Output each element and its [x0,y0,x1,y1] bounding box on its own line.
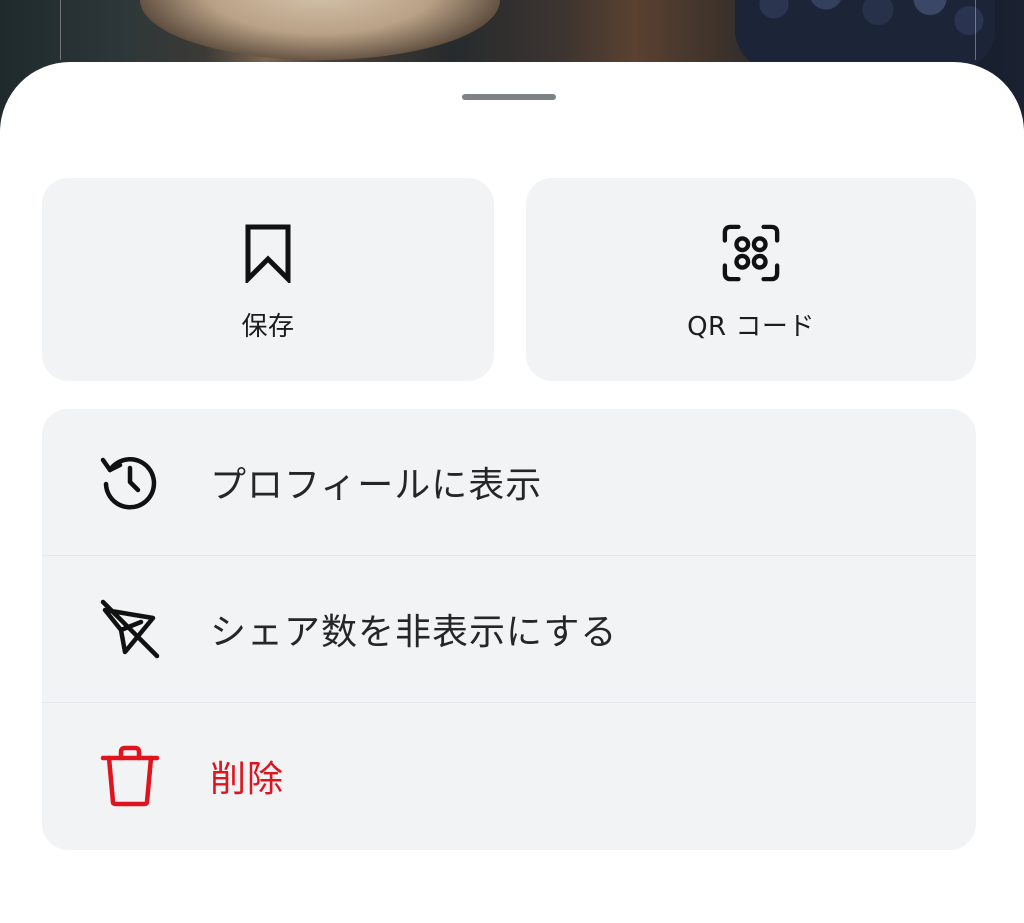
qr-scan-icon [721,222,781,284]
share-off-icon [94,593,166,665]
action-list: プロフィールに表示 シェア数を非表示にする 削除 [42,409,976,850]
photo-guide-line [975,0,976,60]
sheet-drag-handle[interactable] [462,94,556,100]
save-label: 保存 [241,312,295,342]
history-icon [94,446,166,518]
screen: 保存 QR コード プロフィールに表示 シェア数を非表示にする 削除 [0,0,1024,923]
hide-share-count-item[interactable]: シェア数を非表示にする [42,555,976,702]
bottom-sheet: 保存 QR コード プロフィールに表示 シェア数を非表示にする 削除 [0,62,1024,923]
hide-share-count-label: シェア数を非表示にする [210,612,618,653]
pancake-plate-image [140,0,500,60]
blueberry-bowl-image [735,0,995,70]
delete-label: 削除 [210,759,285,800]
show-on-profile-label: プロフィールに表示 [210,465,543,506]
show-on-profile-item[interactable]: プロフィールに表示 [42,409,976,555]
save-button[interactable]: 保存 [42,178,494,381]
delete-item[interactable]: 削除 [42,702,976,849]
photo-guide-line [60,0,61,60]
bookmark-icon [238,222,298,284]
trash-icon [94,740,166,812]
qr-code-button[interactable]: QR コード [526,178,976,381]
qr-code-label: QR コード [687,312,815,342]
